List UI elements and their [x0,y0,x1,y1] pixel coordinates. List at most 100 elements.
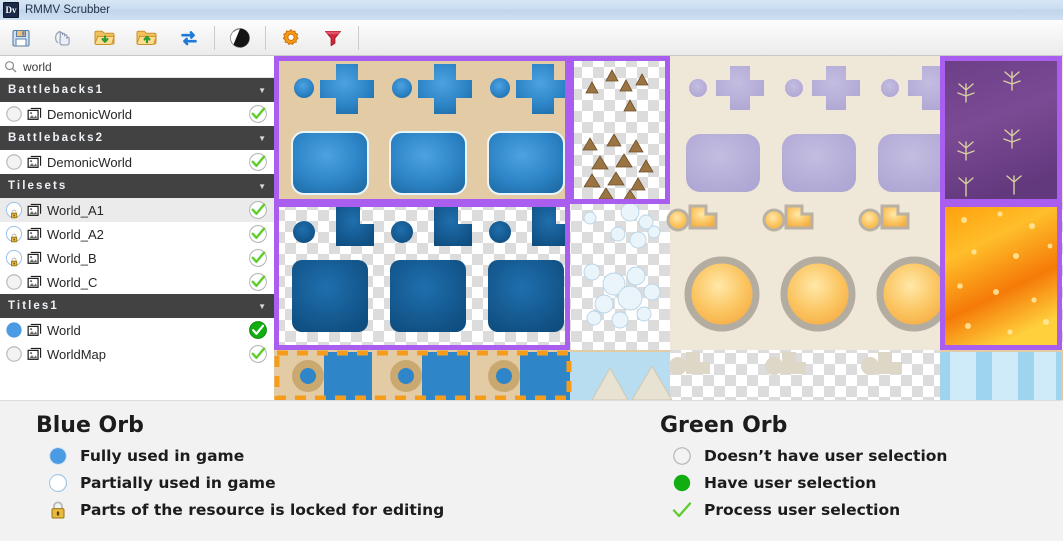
selection-check-cell[interactable] [248,248,268,268]
legend-green-title: Green Orb [660,413,788,438]
toolbar [0,20,1063,56]
list-item-label: World_A1 [47,202,104,218]
selection-check-cell[interactable] [248,344,268,364]
window-title: RMMV Scrubber [25,4,110,16]
group-header-titles1[interactable]: Titles1 ▼ [0,294,274,318]
list-item[interactable]: DemonicWorld [0,150,274,174]
green-orb-filled-icon [660,473,704,493]
list-item[interactable]: WorldMap [0,342,274,366]
list-item-label: World_B [47,250,97,266]
list-item[interactable]: DemonicWorld [0,102,274,126]
list-item[interactable]: World_B [0,246,274,270]
refresh-arrows-icon [181,30,197,45]
refresh-button[interactable] [168,21,210,55]
scrub-hand-icon [54,30,70,46]
usage-orb-cell[interactable] [5,201,27,219]
list-item-label: World_C [47,274,98,290]
usage-orb-cell[interactable] [5,273,27,291]
legend-row: Parts of the resource is locked for edit… [36,496,444,523]
usage-orb-cell[interactable] [5,153,27,171]
floppy-disk-save-icon [12,29,30,47]
image-thumbnail-icon [27,275,42,288]
image-thumbnail-icon [27,107,42,120]
list-item[interactable]: World_C [0,270,274,294]
legend-label: Have user selection [704,473,877,492]
toolbar-separator-1 [214,25,215,50]
usage-orb-cell[interactable] [5,225,27,243]
chevron-down-icon[interactable]: ▼ [258,134,266,143]
blue-orb-partial-icon [5,249,23,267]
contrast-circle-icon [230,27,250,48]
legend-panel: Blue Orb Fully used in game Partially us… [0,400,1063,541]
chevron-down-icon[interactable]: ▼ [258,302,266,311]
list-item[interactable]: World_A1 [0,198,274,222]
open-folder-button[interactable] [126,21,168,55]
gold-padlock-icon [36,500,80,520]
list-item-label: World [47,322,81,338]
toolbar-separator-3 [358,25,359,50]
green-outline-check-icon[interactable] [248,104,268,124]
application-window: Dv RMMV Scrubber world Battlebacks1 ▼ De… [0,0,1063,541]
legend-label: Process user selection [704,500,901,519]
grey-orb-empty-icon [6,346,22,362]
selection-check-cell[interactable] [248,200,268,220]
list-item[interactable]: World [0,318,274,342]
legend-row: Fully used in game [36,442,444,469]
search-icon [5,61,17,73]
chevron-down-icon[interactable]: ▼ [258,182,266,191]
legend-label: Fully used in game [80,446,245,465]
filter-button[interactable] [312,21,354,55]
green-outline-check-icon[interactable] [248,248,268,268]
scrub-button[interactable] [42,21,84,55]
group-header-label: Battlebacks1 [8,84,105,96]
green-outline-check-icon[interactable] [248,200,268,220]
contrast-button[interactable] [219,21,261,55]
image-thumbnail-icon [27,203,42,216]
chevron-down-icon[interactable]: ▼ [258,86,266,95]
green-outline-check-icon[interactable] [248,152,268,172]
group-header-battlebacks1[interactable]: Battlebacks1 ▼ [0,78,274,102]
save-button[interactable] [0,21,42,55]
title-bar: Dv RMMV Scrubber [0,0,1063,21]
group-header-battlebacks2[interactable]: Battlebacks2 ▼ [0,126,274,150]
tileset-preview[interactable] [274,56,1063,400]
image-thumbnail-icon [27,251,42,264]
resource-list-panel: Battlebacks1 ▼ DemonicWorld Battlebacks2 ▼ De… [0,56,275,400]
usage-orb-cell[interactable] [5,105,27,123]
green-check-icon [660,500,704,520]
blue-orb-partial-icon [36,473,80,493]
green-outline-check-icon[interactable] [248,272,268,292]
selection-check-cell[interactable] [248,272,268,292]
grey-orb-empty-icon [6,106,22,122]
selection-check-cell[interactable] [248,224,268,244]
settings-button[interactable] [270,21,312,55]
blue-orb-full-icon [36,446,80,466]
blue-orb-full-icon [6,322,22,338]
green-outline-check-icon[interactable] [248,344,268,364]
image-thumbnail-icon [27,323,42,336]
list-item[interactable]: World_A2 [0,222,274,246]
selection-check-cell[interactable] [248,152,268,172]
funnel-filter-icon [325,30,341,46]
search-input[interactable] [21,58,225,75]
group-header-label: Titles1 [8,300,59,312]
search-bar[interactable] [0,56,274,78]
group-header-tilesets[interactable]: Tilesets ▼ [0,174,274,198]
grey-orb-empty-icon [6,154,22,170]
usage-orb-cell[interactable] [5,249,27,267]
folder-open-green-up-icon [136,30,157,45]
list-item-label: World_A2 [47,226,104,242]
app-logo-icon: Dv [3,2,19,18]
selection-check-cell[interactable] [248,104,268,124]
green-orb-filled-check-icon[interactable] [248,320,268,340]
legend-label: Parts of the resource is locked for edit… [80,500,445,519]
usage-orb-cell[interactable] [5,321,27,339]
green-outline-check-icon[interactable] [248,224,268,244]
legend-row: Doesn’t have user selection [660,442,947,469]
blue-orb-partial-icon [5,225,23,243]
legend-blue-title: Blue Orb [36,413,144,438]
usage-orb-cell[interactable] [5,345,27,363]
open-project-button[interactable] [84,21,126,55]
selection-check-cell[interactable] [248,320,268,340]
image-thumbnail-icon [27,155,42,168]
